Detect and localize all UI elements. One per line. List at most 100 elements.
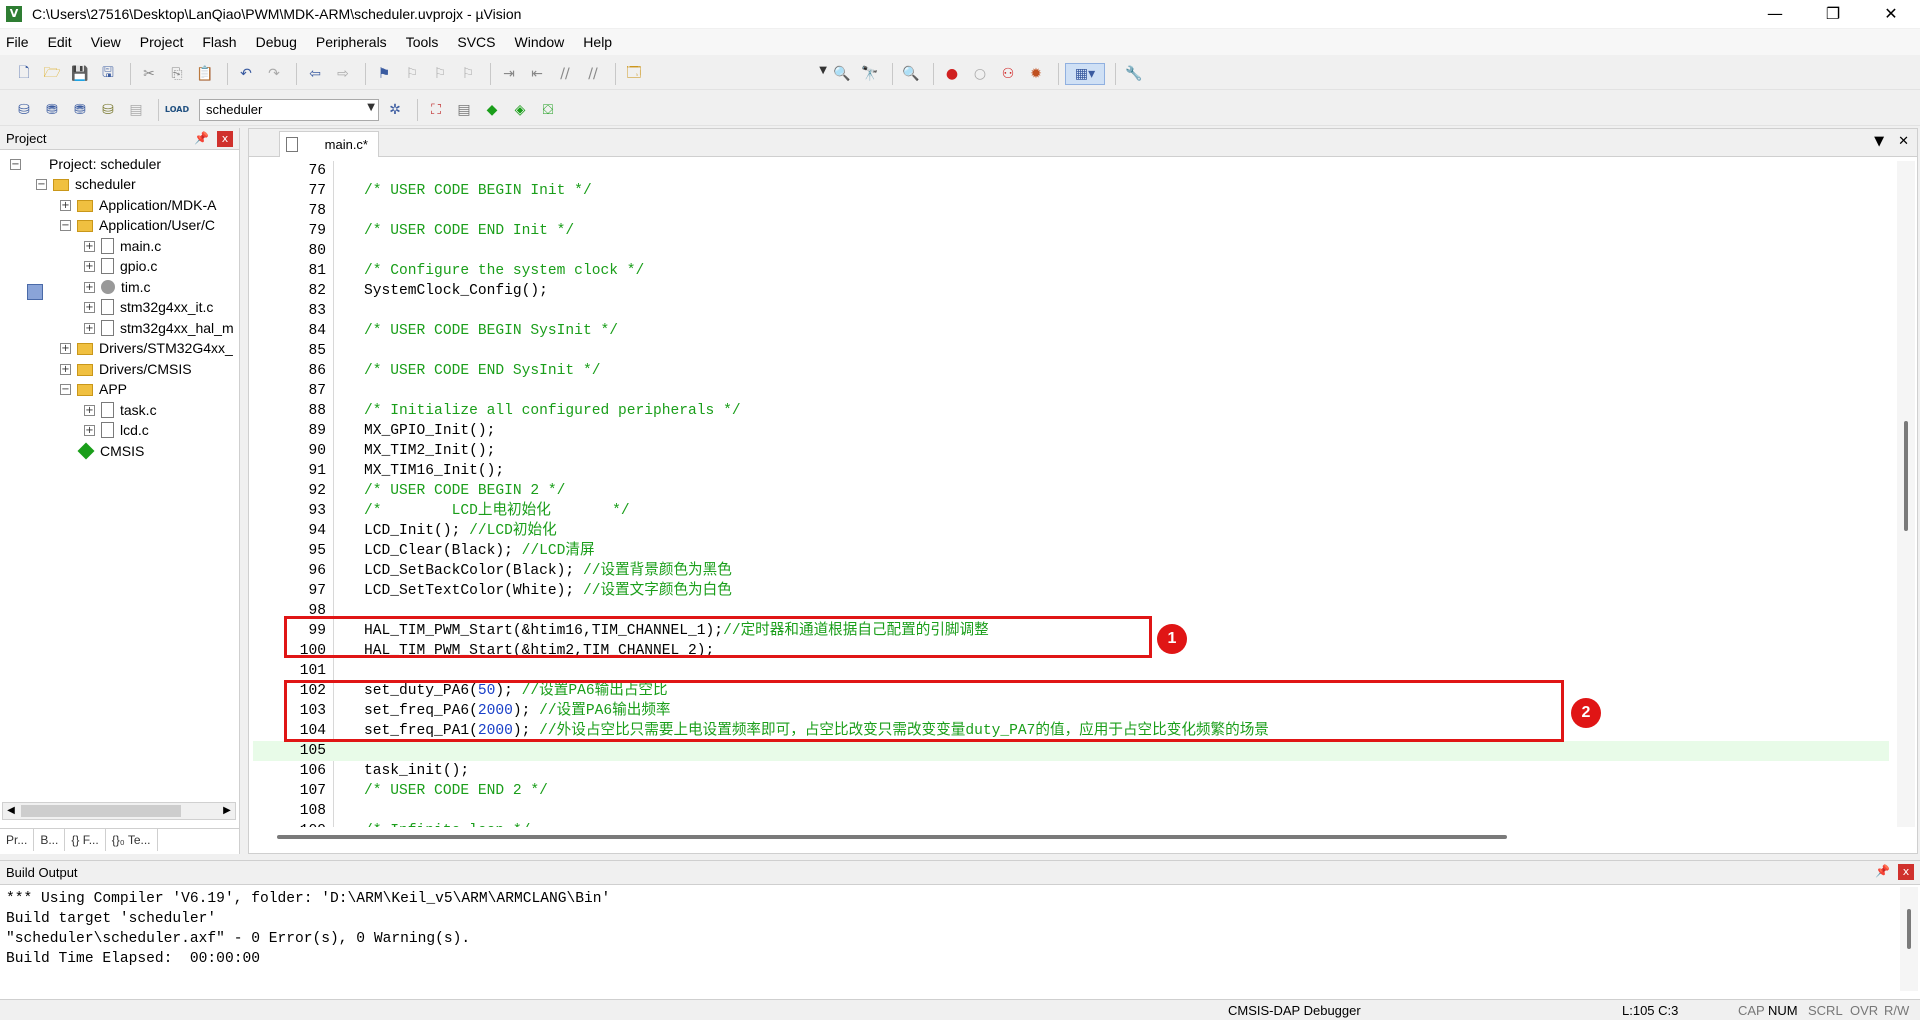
stop-build-icon[interactable]: ▤ — [124, 99, 148, 121]
menu-window[interactable]: Window — [515, 34, 565, 50]
code-line[interactable]: 106 task_init(); — [253, 761, 1889, 781]
menu-help[interactable]: Help — [583, 34, 612, 50]
cut-icon[interactable]: ✂ — [137, 63, 161, 85]
expand-icon[interactable]: + — [84, 404, 95, 416]
expand-icon[interactable]: + — [84, 322, 95, 334]
code-line[interactable]: 95 LCD_Clear(Black); //LCD清屏 — [253, 541, 1889, 561]
prev-bookmark-icon[interactable]: ⚐ — [400, 63, 424, 85]
code-line[interactable]: 85 — [253, 341, 1889, 361]
expand-icon[interactable]: + — [60, 199, 71, 211]
expand-icon[interactable]: + — [60, 363, 71, 375]
tree-item-file[interactable]: + stm32g4xx_it.c — [84, 297, 213, 317]
bookmark-icon[interactable]: ⚑ — [372, 63, 396, 85]
code-line[interactable]: 77 /* USER CODE BEGIN Init */ — [253, 181, 1889, 201]
target-options-icon[interactable]: ✲ — [383, 99, 407, 121]
project-hscrollbar[interactable]: ◀ ▶ — [2, 802, 236, 820]
code-line[interactable]: 105 — [253, 741, 1889, 761]
tab-project[interactable]: Pr... — [0, 829, 35, 851]
tree-item-file[interactable]: + stm32g4xx_hal_m — [84, 318, 234, 338]
file-extensions-icon[interactable]: ▤ — [452, 99, 476, 121]
scroll-right-icon[interactable]: ▶ — [219, 803, 235, 819]
scroll-thumb[interactable] — [21, 805, 181, 817]
scroll-thumb[interactable] — [1907, 909, 1911, 949]
code-line[interactable]: 80 — [253, 241, 1889, 261]
tree-item-group[interactable]: − Application/User/C — [60, 215, 215, 235]
editor-vscrollbar[interactable] — [1897, 161, 1915, 827]
configure-icon[interactable]: 🔧 — [1122, 63, 1146, 85]
redo-icon[interactable]: ↷ — [262, 63, 286, 85]
menu-project[interactable]: Project — [140, 34, 184, 50]
tab-list-icon[interactable]: ▼ — [1874, 134, 1884, 149]
code-line[interactable]: 84 /* USER CODE BEGIN SysInit */ — [253, 321, 1889, 341]
menu-file[interactable]: File — [6, 34, 29, 50]
menu-flash[interactable]: Flash — [202, 34, 236, 50]
run-time-env-icon[interactable]: ⛋ — [536, 99, 560, 121]
unindent-icon[interactable]: ⇤ — [525, 63, 549, 85]
clear-bookmarks-icon[interactable]: ⚐ — [456, 63, 480, 85]
code-line[interactable]: 91 MX_TIM16_Init(); — [253, 461, 1889, 481]
menu-view[interactable]: View — [91, 34, 121, 50]
collapse-icon[interactable]: − — [60, 383, 71, 395]
collapse-icon[interactable]: − — [36, 178, 47, 190]
copy-icon[interactable]: ⎘ — [165, 63, 189, 85]
code-line[interactable]: 109 /* Infinite loop */ — [253, 821, 1889, 827]
tree-item-project[interactable]: − Project: scheduler — [10, 154, 161, 300]
expand-icon[interactable]: + — [84, 240, 95, 252]
comment-icon[interactable]: // — [553, 63, 577, 85]
nav-back-icon[interactable]: ⇦ — [303, 63, 327, 85]
tree-item-file[interactable]: + main.c — [84, 236, 161, 256]
tab-main-c[interactable]: main.c* — [279, 131, 379, 157]
rebuild-icon[interactable]: ⛃ — [68, 99, 92, 121]
window-layout-icon[interactable]: ▦▾ — [1065, 62, 1105, 85]
disable-all-breakpoints-icon[interactable]: ⚇ — [996, 63, 1020, 85]
tree-item-group[interactable]: + Application/MDK-A — [60, 195, 217, 215]
code-line[interactable]: 107 /* USER CODE END 2 */ — [253, 781, 1889, 801]
tab-templates[interactable]: {}₀ Te... — [106, 829, 158, 851]
build-output-vscrollbar[interactable] — [1900, 887, 1918, 991]
code-line[interactable]: 89 MX_GPIO_Init(); — [253, 421, 1889, 441]
code-line[interactable]: 92 /* USER CODE BEGIN 2 */ — [253, 481, 1889, 501]
code-line[interactable]: 79 /* USER CODE END Init */ — [253, 221, 1889, 241]
indent-icon[interactable]: ⇥ — [497, 63, 521, 85]
tree-item-file[interactable]: + gpio.c — [84, 256, 157, 276]
save-all-icon[interactable]: 🖫 — [96, 63, 120, 85]
collapse-icon[interactable]: − — [60, 219, 71, 231]
tree-item-group[interactable]: + Drivers/CMSIS — [60, 359, 192, 379]
code-line[interactable]: 97 LCD_SetTextColor(White); //设置文字颜色为白色 — [253, 581, 1889, 601]
code-line[interactable]: 81 /* Configure the system clock */ — [253, 261, 1889, 281]
disable-breakpoint-icon[interactable]: ○ — [968, 63, 992, 85]
code-line[interactable]: 82 SystemClock_Config(); — [253, 281, 1889, 301]
restore-button[interactable]: ❐ — [1804, 0, 1862, 28]
tree-item-group[interactable]: − APP — [60, 379, 127, 399]
paste-icon[interactable]: 📋 — [193, 63, 217, 85]
save-icon[interactable]: 💾 — [68, 63, 92, 85]
tree-item-file[interactable]: + task.c — [84, 400, 157, 420]
expand-icon[interactable]: + — [60, 342, 71, 354]
build-icon[interactable]: ⛃ — [40, 99, 64, 121]
expand-icon[interactable]: + — [84, 301, 95, 313]
menu-tools[interactable]: Tools — [406, 34, 439, 50]
close-icon[interactable]: x — [1898, 864, 1914, 880]
code-line[interactable]: 86 /* USER CODE END SysInit */ — [253, 361, 1889, 381]
uncomment-icon[interactable]: // — [581, 63, 605, 85]
find-combo[interactable]: ▼ — [670, 63, 830, 85]
code-line[interactable]: 78 — [253, 201, 1889, 221]
debug-session-icon[interactable]: 🔍 — [899, 63, 923, 85]
close-tab-icon[interactable]: ✕ — [1898, 134, 1909, 149]
kill-all-breakpoints-icon[interactable]: ✹ — [1024, 63, 1048, 85]
undo-icon[interactable]: ↶ — [234, 63, 258, 85]
find-in-files-icon[interactable]: 🗔 — [622, 63, 646, 85]
code-line[interactable]: 76 — [253, 161, 1889, 181]
next-bookmark-icon[interactable]: ⚐ — [428, 63, 452, 85]
close-icon[interactable]: x — [217, 131, 233, 147]
code-line[interactable]: 96 LCD_SetBackColor(Black); //设置背景颜色为黑色 — [253, 561, 1889, 581]
code-line[interactable]: 90 MX_TIM2_Init(); — [253, 441, 1889, 461]
tree-item-group[interactable]: + Drivers/STM32G4xx_ — [60, 338, 233, 358]
find-icon[interactable]: 🔍 — [830, 63, 854, 85]
menu-svcs[interactable]: SVCS — [457, 34, 495, 50]
collapse-icon[interactable]: − — [10, 158, 21, 170]
batch-build-icon[interactable]: ⛁ — [96, 99, 120, 121]
nav-forward-icon[interactable]: ⇨ — [331, 63, 355, 85]
tree-item-target[interactable]: − scheduler — [36, 174, 136, 194]
expand-icon[interactable]: + — [84, 281, 95, 293]
